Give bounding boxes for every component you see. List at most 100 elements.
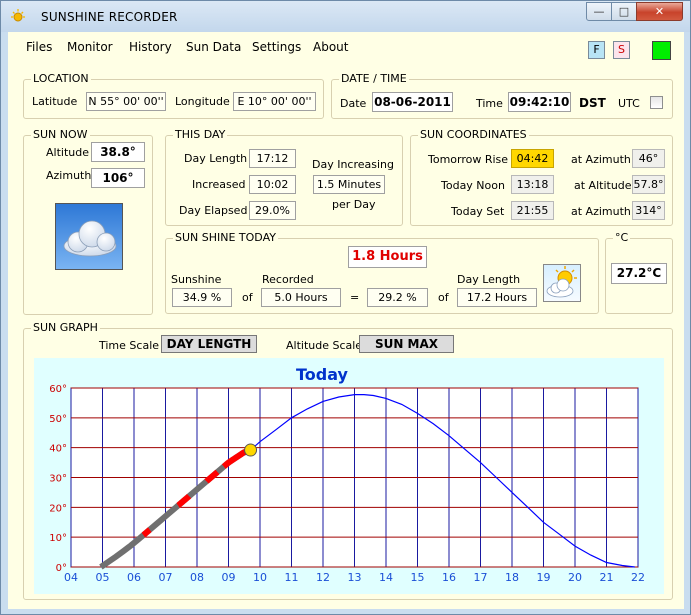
sun-chart: Today 04 05 06 07 08 09 10 11 12 13 14 15 16 17 18 19 20…: [34, 358, 664, 594]
azimuth-label: Azimuth: [46, 169, 92, 182]
longitude-value: E 10° 00' 00'': [233, 92, 316, 111]
sun-now-title: SUN NOW: [31, 128, 90, 141]
x-tick-label: 08: [190, 571, 204, 584]
x-tick-label: 09: [222, 571, 236, 584]
sun-cloud-icon: [543, 264, 581, 302]
x-tick-label: 06: [127, 571, 141, 584]
result-percent-value: 29.2 %: [367, 288, 428, 307]
altitude-label: Altitude: [46, 146, 89, 159]
day-length-label: Day Length: [184, 152, 248, 165]
altitude-value: 38.8°: [91, 142, 145, 162]
temperature-title: °C: [613, 231, 631, 244]
maximize-icon: □: [618, 5, 630, 18]
minimize-icon: —: [593, 5, 605, 18]
sun-app-icon: [11, 9, 25, 22]
utc-checkbox[interactable]: [650, 96, 663, 109]
x-tick-label: 17: [474, 571, 488, 584]
equals-label: =: [350, 291, 360, 304]
menu-bar: Files Monitor History Sun Data Settings …: [8, 32, 684, 62]
noon-altitude-label: at Altitude: [574, 179, 632, 192]
close-button[interactable]: ✕: [636, 2, 683, 21]
menu-about[interactable]: About: [313, 40, 348, 54]
day-elapsed-value: 29.0%: [249, 201, 296, 220]
x-tick-label: 16: [442, 571, 456, 584]
increased-label: Increased: [192, 178, 246, 191]
today-noon-value: 13:18: [511, 175, 554, 194]
s-button[interactable]: S: [613, 41, 630, 59]
time-scale-label: Time Scale: [99, 339, 160, 352]
increased-value: 10:02: [249, 175, 296, 194]
x-tick-label: 07: [159, 571, 173, 584]
y-tick-label: 10°: [49, 533, 67, 544]
maximize-button[interactable]: □: [611, 2, 637, 21]
day-length-hours-value: 17.2 Hours: [457, 288, 537, 307]
time-scale-button[interactable]: DAY LENGTH: [161, 335, 257, 353]
day-elapsed-label: Day Elapsed: [179, 204, 248, 217]
y-tick-label: 40°: [49, 444, 67, 455]
set-azimuth-value: 314°: [632, 201, 665, 220]
recorded-value: 5.0 Hours: [261, 288, 341, 307]
y-tick-label: 0°: [56, 563, 67, 574]
sun-coordinates-group: SUN COORDINATES Tomorrow Rise 04:42 at A…: [410, 129, 673, 226]
x-tick-label: 15: [411, 571, 425, 584]
datetime-group: DATE / TIME Date 08-06-2011 Time 09:42:1…: [331, 73, 673, 119]
app-window: SUNSHINE RECORDER — □ ✕ Files Monitor Hi…: [0, 0, 691, 615]
rise-azimuth-label: at Azimuth: [571, 153, 631, 166]
x-tick-label: 12: [316, 571, 330, 584]
today-set-value: 21:55: [511, 201, 554, 220]
minimize-button[interactable]: —: [586, 2, 612, 21]
x-tick-label: 10: [253, 571, 267, 584]
datetime-title: DATE / TIME: [339, 72, 409, 85]
y-tick-label: 60°: [49, 384, 67, 395]
time-label: Time: [476, 97, 503, 110]
rise-azimuth-value: 46°: [632, 149, 665, 168]
menu-files[interactable]: Files: [26, 40, 52, 54]
x-tick-label: 22: [631, 571, 645, 584]
tomorrow-rise-label: Tomorrow Rise: [428, 153, 509, 166]
location-group: LOCATION Latitude N 55° 00' 00'' Longitu…: [23, 73, 324, 119]
of-label-1: of: [242, 291, 253, 304]
x-tick-label: 14: [379, 571, 393, 584]
title-bar[interactable]: SUNSHINE RECORDER — □ ✕: [1, 1, 690, 32]
menu-sun-data[interactable]: Sun Data: [186, 40, 241, 54]
menu-settings[interactable]: Settings: [252, 40, 301, 54]
date-label: Date: [340, 97, 367, 110]
this-day-group: THIS DAY Day Length 17:12 Increased 10:0…: [165, 129, 403, 226]
y-tick-label: 50°: [49, 414, 67, 425]
date-value: 08-06-2011: [372, 92, 453, 112]
of-label-2: of: [438, 291, 449, 304]
x-tick-label: 19: [537, 571, 551, 584]
y-tick-label: 30°: [49, 474, 67, 485]
this-day-title: THIS DAY: [173, 128, 228, 141]
sunshine-percent-value: 34.9 %: [172, 288, 232, 307]
sunshine-today-group: SUN SHINE TODAY 1.8 Hours Sunshine 34.9 …: [165, 232, 599, 314]
menu-history[interactable]: History: [129, 40, 172, 54]
latitude-value: N 55° 00' 00'': [86, 92, 166, 111]
x-tick-label: 18: [505, 571, 519, 584]
latitude-label: Latitude: [32, 95, 78, 108]
day-length-label-2: Day Length: [457, 273, 521, 286]
day-increasing-value: 1.5 Minutes: [313, 175, 385, 194]
sun-chart-svg: Today 04 05 06 07 08 09 10 11 12 13 14 15 16 17 18 19 20…: [49, 365, 645, 584]
f-button[interactable]: F: [588, 41, 605, 59]
per-day-label: per Day: [332, 198, 376, 211]
sunshine-segment: [141, 527, 152, 538]
set-azimuth-label: at Azimuth: [571, 205, 631, 218]
x-tick-label: 11: [285, 571, 299, 584]
dst-label: DST: [579, 96, 606, 110]
location-title: LOCATION: [31, 72, 91, 85]
client-area: Files Monitor History Sun Data Settings …: [8, 32, 684, 609]
current-sun-marker: [244, 443, 258, 457]
sun-graph-title: SUN GRAPH: [31, 321, 100, 334]
x-tick-label: 05: [96, 571, 110, 584]
longitude-label: Longitude: [175, 95, 230, 108]
y-tick-label: 20°: [49, 503, 67, 514]
status-indicator: [652, 41, 671, 60]
recorded-label: Recorded: [262, 273, 314, 286]
time-value: 09:42:10: [508, 92, 571, 112]
sunshine-today-title: SUN SHINE TODAY: [173, 231, 278, 244]
day-length-value: 17:12: [249, 149, 296, 168]
menu-monitor[interactable]: Monitor: [67, 40, 113, 54]
window-title: SUNSHINE RECORDER: [41, 10, 178, 24]
altitude-scale-button[interactable]: SUN MAX: [359, 335, 454, 353]
